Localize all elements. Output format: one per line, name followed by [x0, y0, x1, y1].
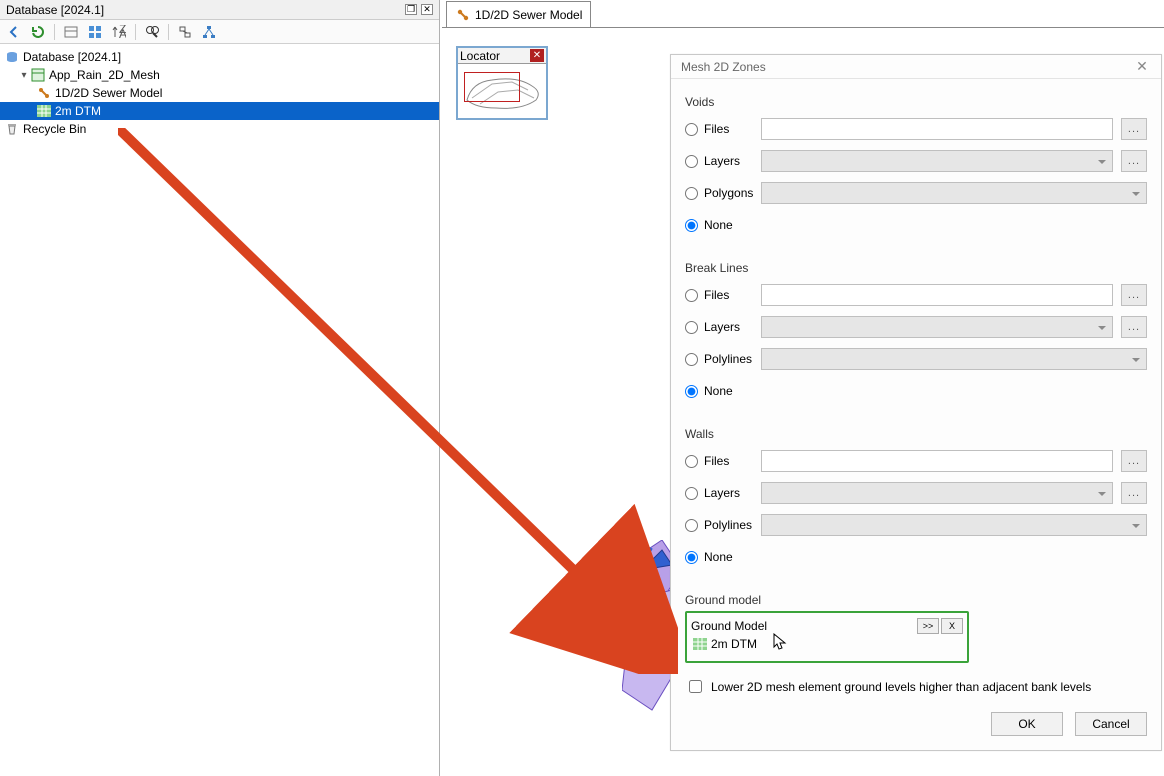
- document-tab-label: 1D/2D Sewer Model: [475, 8, 582, 22]
- database-toolbar: ZA: [0, 20, 439, 44]
- grid-item-icon: [36, 104, 52, 118]
- walls-none-radio[interactable]: None: [685, 550, 753, 564]
- walls-group-label: Walls: [685, 427, 1147, 441]
- restore-icon[interactable]: ❐: [405, 4, 417, 15]
- walls-layers-dropdown[interactable]: [761, 482, 1113, 504]
- grid-item-icon: [693, 638, 707, 650]
- network-item-icon: [36, 86, 52, 100]
- tree-model-group-label: App_Rain_2D_Mesh: [49, 68, 160, 82]
- find-icon[interactable]: [144, 24, 160, 40]
- recycle-bin-icon: [4, 122, 20, 136]
- database-titlebar: Database [2024.1] ❐ ✕: [0, 0, 439, 20]
- locator-close-icon[interactable]: ✕: [530, 49, 544, 62]
- voids-group-label: Voids: [685, 95, 1147, 109]
- dialog-title: Mesh 2D Zones: [681, 60, 766, 74]
- link-icon[interactable]: [177, 24, 193, 40]
- tree-item-network-label: 1D/2D Sewer Model: [55, 86, 162, 100]
- locator-panel[interactable]: Locator ✕: [456, 46, 548, 120]
- ground-box-title: Ground Model: [691, 619, 767, 633]
- refresh-icon[interactable]: [30, 24, 46, 40]
- voids-files-field[interactable]: [761, 118, 1113, 140]
- tree-item-grid-label: 2m DTM: [55, 104, 101, 118]
- break-files-browse-button[interactable]: ...: [1121, 284, 1147, 306]
- walls-files-field[interactable]: [761, 450, 1113, 472]
- network-icon[interactable]: [201, 24, 217, 40]
- walls-polylines-dropdown[interactable]: [761, 514, 1147, 536]
- document-tabbar: 1D/2D Sewer Model: [442, 0, 1164, 28]
- break-layers-radio[interactable]: Layers: [685, 320, 753, 334]
- grid-view-icon[interactable]: [87, 24, 103, 40]
- tree-item-grid[interactable]: 2m DTM: [0, 102, 439, 120]
- walls-files-browse-button[interactable]: ...: [1121, 450, 1147, 472]
- voids-none-radio[interactable]: None: [685, 218, 753, 232]
- mesh-2d-zones-dialog: Mesh 2D Zones ✕ Voids Files ... Layers .…: [670, 54, 1162, 751]
- tree-recycle-bin[interactable]: Recycle Bin: [0, 120, 439, 138]
- database-tree[interactable]: Database [2024.1] ▾ App_Rain_2D_Mesh 1D/…: [0, 44, 439, 142]
- break-none-radio[interactable]: None: [685, 384, 753, 398]
- break-polylines-radio[interactable]: Polylines: [685, 352, 753, 366]
- voids-layers-dropdown[interactable]: [761, 150, 1113, 172]
- voids-files-radio[interactable]: Files: [685, 122, 753, 136]
- tree-item-network[interactable]: 1D/2D Sewer Model: [0, 84, 439, 102]
- lower-ground-label: Lower 2D mesh element ground levels high…: [711, 680, 1091, 694]
- locator-title: Locator: [460, 49, 500, 63]
- lower-ground-checkbox[interactable]: [689, 680, 702, 693]
- sort-icon[interactable]: ZA: [111, 24, 127, 40]
- dialog-close-icon[interactable]: ✕: [1133, 59, 1151, 75]
- collapse-icon[interactable]: ▾: [18, 70, 30, 81]
- voids-layers-radio[interactable]: Layers: [685, 154, 753, 168]
- model-group-icon: [30, 68, 46, 82]
- main-view: 1D/2D Sewer Model Locator ✕ Mesh 2D Zone…: [442, 0, 1164, 776]
- voids-files-browse-button[interactable]: ...: [1121, 118, 1147, 140]
- break-files-field[interactable]: [761, 284, 1113, 306]
- ground-clear-button[interactable]: X: [941, 618, 963, 634]
- document-tab[interactable]: 1D/2D Sewer Model: [446, 1, 591, 27]
- walls-layers-radio[interactable]: Layers: [685, 486, 753, 500]
- back-icon[interactable]: [6, 24, 22, 40]
- ground-model-item[interactable]: 2m DTM: [691, 637, 963, 651]
- database-icon: [4, 50, 20, 64]
- database-title: Database [2024.1]: [6, 3, 104, 17]
- break-files-radio[interactable]: Files: [685, 288, 753, 302]
- ground-model-dropzone[interactable]: Ground Model >> X 2m DTM: [685, 611, 969, 663]
- tree-root[interactable]: Database [2024.1]: [0, 48, 439, 66]
- ground-model-item-label: 2m DTM: [711, 637, 757, 651]
- voids-polygons-radio[interactable]: Polygons: [685, 186, 753, 200]
- dialog-titlebar[interactable]: Mesh 2D Zones ✕: [671, 55, 1161, 79]
- voids-layers-browse-button[interactable]: ...: [1121, 150, 1147, 172]
- walls-polylines-radio[interactable]: Polylines: [685, 518, 753, 532]
- tree-model-group[interactable]: ▾ App_Rain_2D_Mesh: [0, 66, 439, 84]
- svg-text:A: A: [119, 27, 126, 39]
- break-polylines-dropdown[interactable]: [761, 348, 1147, 370]
- break-group-label: Break Lines: [685, 261, 1147, 275]
- tree-root-label: Database [2024.1]: [23, 50, 121, 64]
- properties-icon[interactable]: [63, 24, 79, 40]
- ground-group-label: Ground model: [685, 593, 1147, 607]
- walls-files-radio[interactable]: Files: [685, 454, 753, 468]
- close-icon[interactable]: ✕: [421, 4, 433, 15]
- break-layers-dropdown[interactable]: [761, 316, 1113, 338]
- ok-button[interactable]: OK: [991, 712, 1063, 736]
- network-item-icon: [455, 7, 471, 23]
- walls-layers-browse-button[interactable]: ...: [1121, 482, 1147, 504]
- database-panel: Database [2024.1] ❐ ✕ ZA Database [2024.…: [0, 0, 440, 776]
- ground-expand-button[interactable]: >>: [917, 618, 939, 634]
- cancel-button[interactable]: Cancel: [1075, 712, 1147, 736]
- voids-polygons-dropdown[interactable]: [761, 182, 1147, 204]
- locator-minimap[interactable]: [458, 64, 546, 120]
- tree-recycle-label: Recycle Bin: [23, 122, 86, 136]
- break-layers-browse-button[interactable]: ...: [1121, 316, 1147, 338]
- locator-viewport-rect[interactable]: [464, 72, 520, 102]
